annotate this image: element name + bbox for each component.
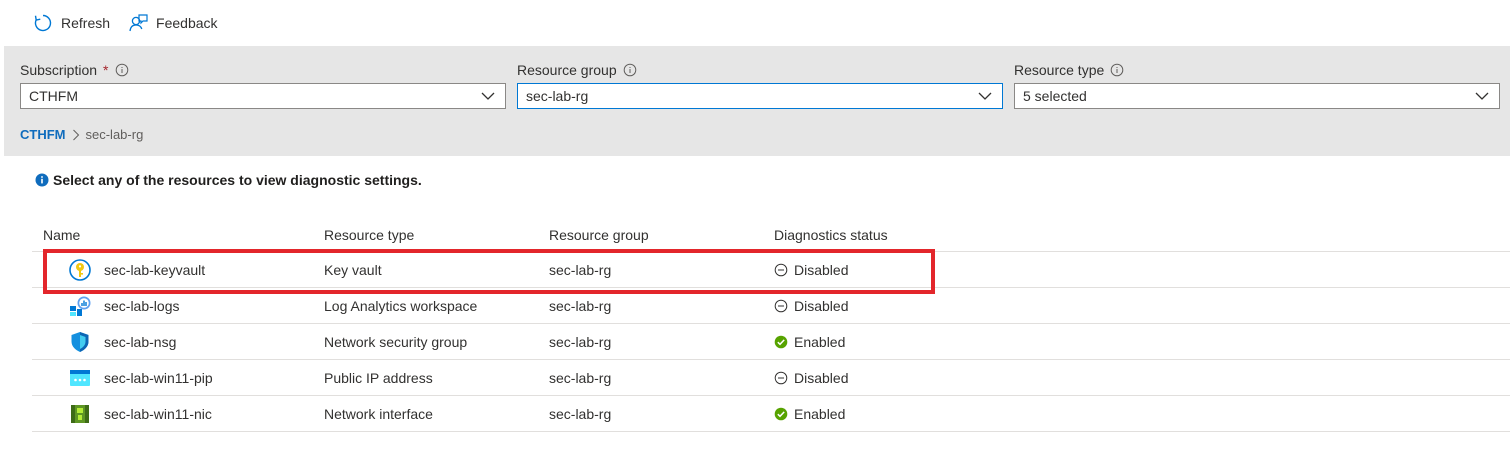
chevron-right-icon <box>72 129 80 141</box>
command-bar: Refresh Feedback <box>0 0 1510 46</box>
feedback-icon <box>129 14 148 32</box>
diagnostics-status: Disabled <box>794 261 849 278</box>
resource-name: sec-lab-win11-nic <box>104 405 212 422</box>
table-row[interactable]: sec-lab-win11-pip Public IP address sec-… <box>32 360 1510 396</box>
resource-type: Network security group <box>324 333 468 350</box>
resource-name: sec-lab-win11-pip <box>104 369 213 386</box>
resource-name: sec-lab-keyvault <box>104 261 206 278</box>
header-resource-type[interactable]: Resource type <box>324 227 549 243</box>
chevron-down-icon <box>978 92 992 100</box>
notice-text: Select any of the resources to view diag… <box>53 172 422 188</box>
table-row[interactable]: sec-lab-nsg Network security group sec-l… <box>32 324 1510 360</box>
resource-grid: Name Resource type Resource group Diagno… <box>32 218 1510 432</box>
subscription-select[interactable]: CTHFM <box>20 83 506 109</box>
filter-panel: Subscription * CTHFM Resource group sec-… <box>4 46 1510 156</box>
info-icon[interactable] <box>623 63 637 77</box>
feedback-label: Feedback <box>156 15 218 31</box>
disabled-icon <box>774 371 788 384</box>
resource-type: Network interface <box>324 405 433 422</box>
check-circle-icon <box>774 407 788 420</box>
table-row[interactable]: sec-lab-logs Log Analytics workspace sec… <box>32 288 1510 324</box>
required-mark: * <box>103 62 109 78</box>
subscription-label: Subscription <box>20 62 98 78</box>
disabled-icon <box>774 263 788 276</box>
subscription-value: CTHFM <box>29 88 78 104</box>
subscription-field: Subscription * CTHFM <box>20 60 506 109</box>
resource-group-value: sec-lab-rg <box>526 88 589 104</box>
diagnostics-status: Disabled <box>794 297 849 314</box>
chevron-down-icon <box>481 92 495 100</box>
info-filled-icon <box>35 173 49 187</box>
resource-type: Log Analytics workspace <box>324 297 478 314</box>
info-icon[interactable] <box>1110 63 1124 77</box>
header-diagnostics-status[interactable]: Diagnostics status <box>774 227 1074 243</box>
refresh-label: Refresh <box>61 15 111 31</box>
table-row[interactable]: sec-lab-keyvault Key vault sec-lab-rg Di… <box>32 252 1510 288</box>
diagnostics-status: Enabled <box>794 333 846 350</box>
table-row[interactable]: sec-lab-win11-nic Network interface sec-… <box>32 396 1510 432</box>
public-ip-icon <box>70 369 90 386</box>
resource-group-label: Resource group <box>517 62 617 78</box>
resource-type: Key vault <box>324 261 382 278</box>
breadcrumb-subscription-link[interactable]: CTHFM <box>20 127 66 142</box>
breadcrumb-current: sec-lab-rg <box>85 127 144 142</box>
diagnostics-status: Disabled <box>794 369 849 386</box>
resource-type-value: 5 selected <box>1023 88 1087 104</box>
resource-type-select[interactable]: 5 selected <box>1014 83 1500 109</box>
resource-group-select[interactable]: sec-lab-rg <box>517 83 1003 109</box>
log-analytics-icon <box>70 296 91 316</box>
resource-group-field: Resource group sec-lab-rg <box>517 60 1003 109</box>
resource-type: Public IP address <box>324 369 433 386</box>
info-icon[interactable] <box>115 63 129 77</box>
key-vault-icon <box>69 258 91 281</box>
resource-group: sec-lab-rg <box>549 261 612 278</box>
network-interface-icon <box>71 404 89 423</box>
resource-group: sec-lab-rg <box>549 333 612 350</box>
disabled-icon <box>774 299 788 312</box>
resource-name: sec-lab-nsg <box>104 333 177 350</box>
resource-group: sec-lab-rg <box>549 405 612 422</box>
breadcrumb: CTHFM sec-lab-rg <box>20 127 143 142</box>
grid-header: Name Resource type Resource group Diagno… <box>32 218 1510 252</box>
resource-group: sec-lab-rg <box>549 297 612 314</box>
info-notice: Select any of the resources to view diag… <box>35 172 422 188</box>
header-resource-group[interactable]: Resource group <box>549 227 774 243</box>
check-circle-icon <box>774 335 788 348</box>
resource-group: sec-lab-rg <box>549 369 612 386</box>
resource-type-field: Resource type 5 selected <box>1014 60 1500 109</box>
header-name[interactable]: Name <box>32 227 324 243</box>
chevron-down-icon <box>1475 92 1489 100</box>
refresh-button[interactable]: Refresh <box>33 13 110 33</box>
resource-type-label: Resource type <box>1014 62 1105 78</box>
shield-icon <box>71 331 89 352</box>
refresh-icon <box>34 14 52 32</box>
feedback-button[interactable]: Feedback <box>128 13 218 33</box>
resource-name: sec-lab-logs <box>104 297 180 314</box>
diagnostics-status: Enabled <box>794 405 846 422</box>
